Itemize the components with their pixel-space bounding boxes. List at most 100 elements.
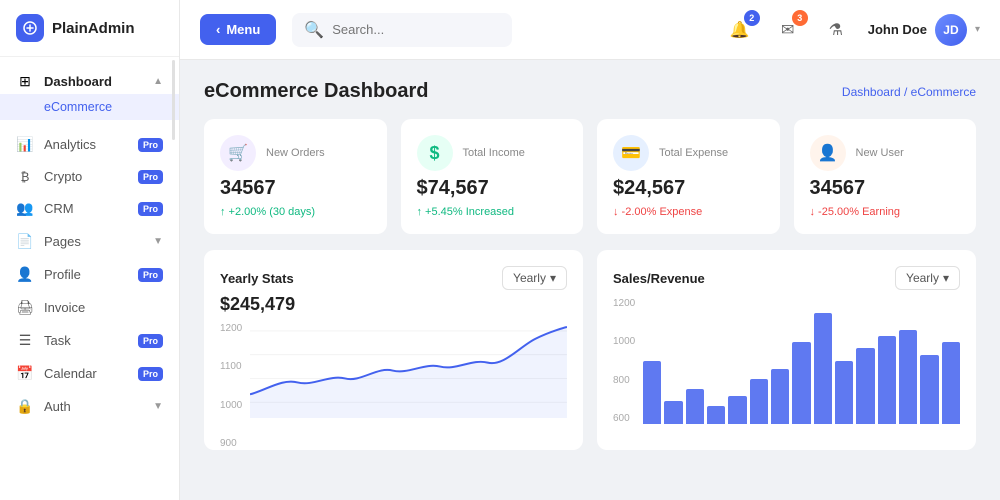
income-change: ↑ +5.45% Increased bbox=[417, 206, 568, 218]
yearly-stats-filter-label: Yearly bbox=[513, 271, 546, 285]
logo-area: PlainAdmin bbox=[0, 0, 179, 57]
income-icon: $ bbox=[417, 135, 453, 171]
bar-1 bbox=[643, 361, 661, 424]
sidebar-item-crm[interactable]: 👥 CRM Pro bbox=[0, 192, 179, 225]
sidebar-sub-ecommerce[interactable]: eCommerce bbox=[0, 94, 179, 120]
bar-8 bbox=[792, 342, 810, 424]
dashboard-nav-item[interactable]: ⊞ Dashboard ▲ bbox=[0, 65, 179, 94]
sales-revenue-chevron-icon: ▾ bbox=[943, 271, 949, 285]
user-info[interactable]: John Doe JD ▾ bbox=[868, 14, 980, 46]
bar-3 bbox=[686, 389, 704, 424]
sidebar-item-profile[interactable]: 👤 Profile Pro bbox=[0, 258, 179, 291]
sales-revenue-filter-label: Yearly bbox=[906, 271, 939, 285]
user-name: John Doe bbox=[868, 22, 927, 37]
sidebar-item-auth[interactable]: 🔒 Auth ▼ bbox=[0, 390, 179, 423]
filter-icon: ⚗ bbox=[829, 20, 843, 40]
invoice-icon: 🖨 bbox=[16, 299, 34, 316]
search-input[interactable] bbox=[332, 22, 500, 37]
notification-badge: 2 bbox=[744, 10, 760, 26]
bar-12 bbox=[878, 336, 896, 424]
bar-15 bbox=[942, 342, 960, 424]
orders-value: 34567 bbox=[220, 177, 371, 200]
bar-2 bbox=[664, 401, 682, 424]
dashboard-label: Dashboard bbox=[44, 74, 112, 89]
auth-chevron: ▼ bbox=[153, 401, 163, 412]
filter-button[interactable]: ⚗ bbox=[820, 14, 852, 46]
crypto-icon: ₿ bbox=[16, 170, 34, 184]
crm-badge: Pro bbox=[138, 202, 163, 216]
bar-5 bbox=[728, 396, 746, 424]
newuser-change: ↓ -25.00% Earning bbox=[810, 206, 961, 218]
sidebar-item-task[interactable]: ☰ Task Pro bbox=[0, 324, 179, 357]
yearly-stats-chart: 1200 1100 1000 900 bbox=[220, 323, 567, 453]
yearly-stats-card: Yearly Stats Yearly ▾ $245,479 1200 1100… bbox=[204, 250, 583, 450]
dashboard-icon: ⊞ bbox=[16, 73, 34, 90]
topbar: ‹ Menu 🔍 🔔 2 ✉ 3 ⚗ John Doe JD bbox=[180, 0, 1000, 60]
search-icon: 🔍 bbox=[304, 20, 324, 40]
notification-button[interactable]: 🔔 2 bbox=[724, 14, 756, 46]
pages-label: Pages bbox=[44, 234, 143, 249]
bar-14 bbox=[920, 355, 938, 424]
sales-revenue-chart: 1200 1000 800 600 bbox=[613, 298, 960, 428]
sidebar-menu: 📊 Analytics Pro ₿ Crypto Pro 👥 CRM Pro 📄… bbox=[0, 128, 179, 423]
task-badge: Pro bbox=[138, 334, 163, 348]
sidebar-item-invoice[interactable]: 🖨 Invoice bbox=[0, 291, 179, 324]
user-chevron-icon: ▾ bbox=[975, 24, 980, 35]
orders-change: ↑ +2.00% (30 days) bbox=[220, 206, 371, 218]
sidebar-item-analytics[interactable]: 📊 Analytics Pro bbox=[0, 128, 179, 161]
bar-9 bbox=[814, 313, 832, 424]
expense-change: ↓ -2.00% Expense bbox=[613, 206, 764, 218]
pages-icon: 📄 bbox=[16, 233, 34, 250]
brand-name: PlainAdmin bbox=[52, 20, 135, 37]
bar-4 bbox=[707, 406, 725, 424]
menu-button[interactable]: ‹ Menu bbox=[200, 14, 276, 45]
pages-chevron: ▼ bbox=[153, 236, 163, 247]
mail-button[interactable]: ✉ 3 bbox=[772, 14, 804, 46]
line-chart-svg bbox=[250, 323, 567, 418]
main-content: ‹ Menu 🔍 🔔 2 ✉ 3 ⚗ John Doe JD bbox=[180, 0, 1000, 500]
newuser-label: New User bbox=[856, 147, 904, 159]
breadcrumb: Dashboard / eCommerce bbox=[842, 85, 976, 99]
sales-revenue-title: Sales/Revenue bbox=[613, 271, 705, 286]
bar-11 bbox=[856, 348, 874, 424]
bar-chart-area bbox=[643, 298, 960, 428]
yearly-stats-chevron-icon: ▾ bbox=[550, 271, 556, 285]
breadcrumb-current: eCommerce bbox=[911, 85, 976, 99]
orders-icon: 🛒 bbox=[220, 135, 256, 171]
stat-card-user: 👤 New User 34567 ↓ -25.00% Earning bbox=[794, 119, 977, 234]
yearly-stats-total: $245,479 bbox=[220, 294, 567, 315]
sales-revenue-card: Sales/Revenue Yearly ▾ 1200 1000 800 600 bbox=[597, 250, 976, 450]
content-area: eCommerce Dashboard Dashboard / eCommerc… bbox=[180, 60, 1000, 500]
yearly-stats-filter[interactable]: Yearly ▾ bbox=[502, 266, 567, 290]
expense-icon: 💳 bbox=[613, 135, 649, 171]
crypto-badge: Pro bbox=[138, 170, 163, 184]
crypto-label: Crypto bbox=[44, 169, 128, 184]
logo-icon bbox=[16, 14, 44, 42]
stat-card-income: $ Total Income $74,567 ↑ +5.45% Increase… bbox=[401, 119, 584, 234]
sales-revenue-filter[interactable]: Yearly ▾ bbox=[895, 266, 960, 290]
analytics-badge: Pro bbox=[138, 138, 163, 152]
stat-card-expense: 💳 Total Expense $24,567 ↓ -2.00% Expense bbox=[597, 119, 780, 234]
task-icon: ☰ bbox=[16, 332, 34, 349]
avatar: JD bbox=[935, 14, 967, 46]
task-label: Task bbox=[44, 333, 128, 348]
expense-value: $24,567 bbox=[613, 177, 764, 200]
menu-button-label: Menu bbox=[226, 22, 260, 37]
sidebar-item-calendar[interactable]: 📅 Calendar Pro bbox=[0, 357, 179, 390]
sidebar-item-pages[interactable]: 📄 Pages ▼ bbox=[0, 225, 179, 258]
dashboard-section: ⊞ Dashboard ▲ eCommerce bbox=[0, 57, 179, 128]
profile-icon: 👤 bbox=[16, 266, 34, 283]
bar-10 bbox=[835, 361, 853, 424]
breadcrumb-separator: / bbox=[904, 85, 911, 99]
stat-cards: 🛒 New Orders 34567 ↑ +2.00% (30 days) $ … bbox=[204, 119, 976, 234]
search-box[interactable]: 🔍 bbox=[292, 13, 512, 47]
calendar-label: Calendar bbox=[44, 366, 128, 381]
crm-icon: 👥 bbox=[16, 200, 34, 217]
menu-chevron-icon: ‹ bbox=[216, 22, 220, 37]
sales-revenue-header: Sales/Revenue Yearly ▾ bbox=[613, 266, 960, 290]
calendar-badge: Pro bbox=[138, 367, 163, 381]
mail-badge: 3 bbox=[792, 10, 808, 26]
user-icon: 👤 bbox=[810, 135, 846, 171]
yearly-stats-title: Yearly Stats bbox=[220, 271, 294, 286]
sidebar-item-crypto[interactable]: ₿ Crypto Pro bbox=[0, 161, 179, 192]
